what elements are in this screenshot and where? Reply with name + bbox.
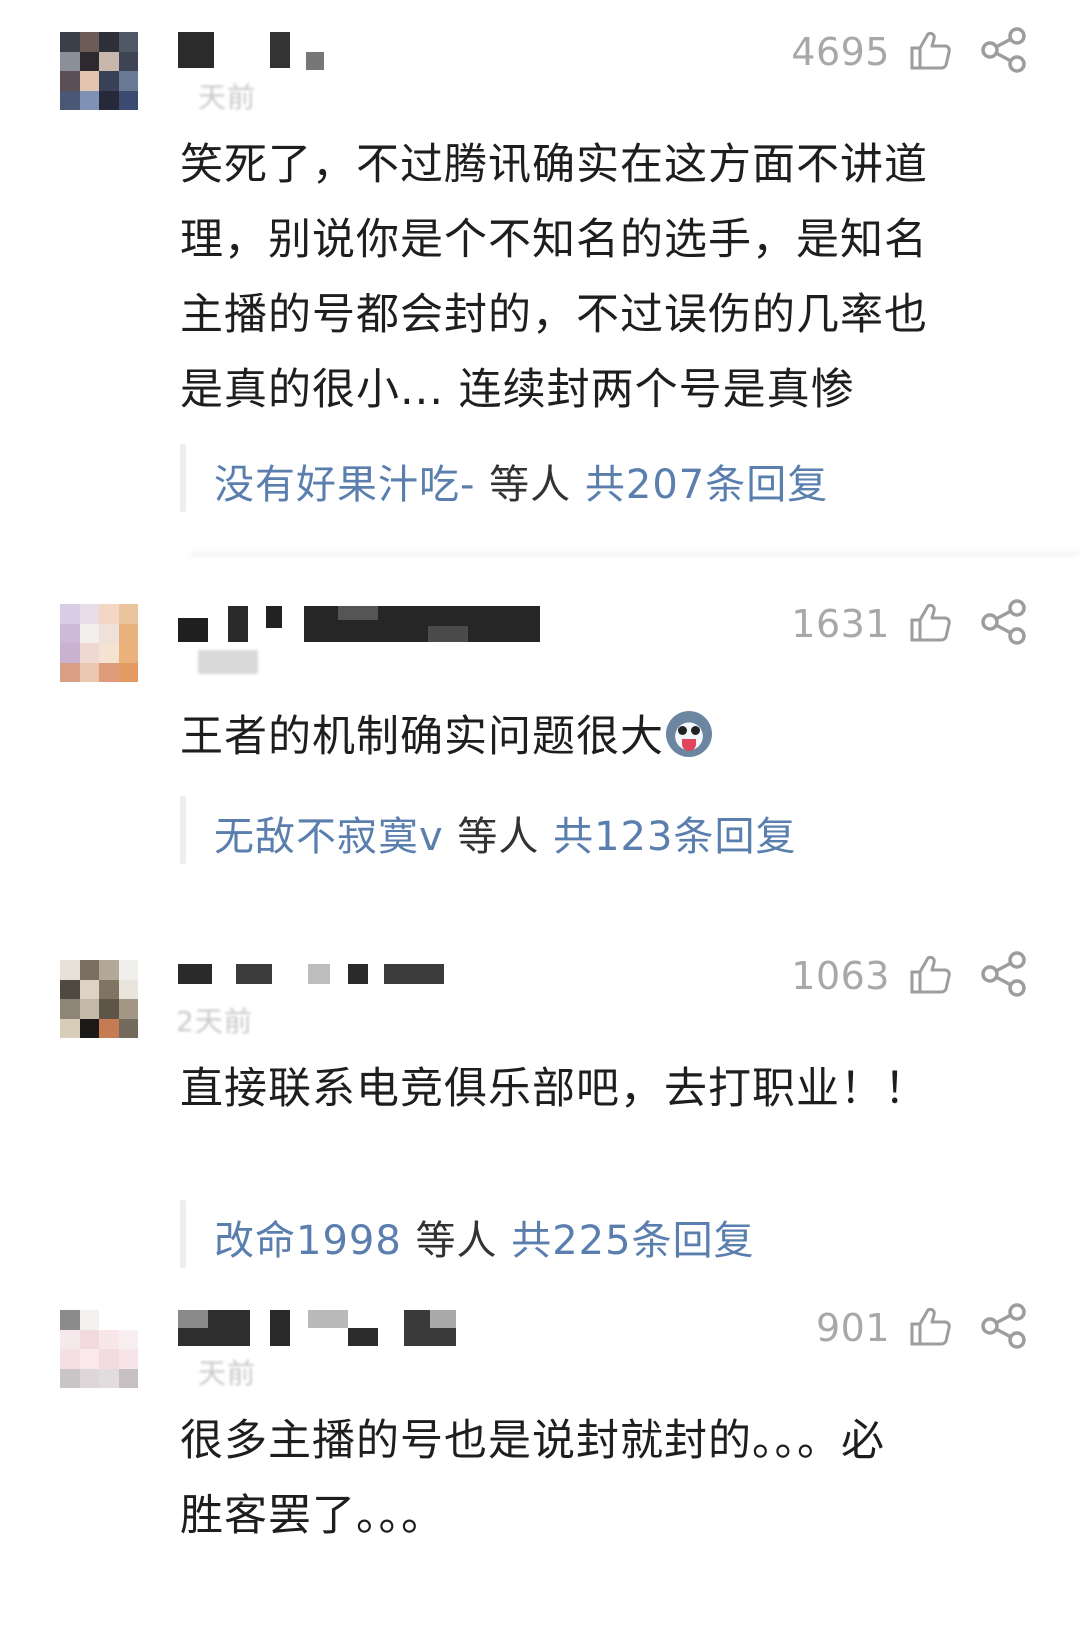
reply-divider [180, 444, 186, 512]
avatar[interactable] [60, 32, 138, 110]
thumbs-up-icon[interactable] [908, 1304, 952, 1348]
avatar[interactable] [60, 960, 138, 1038]
like-count: 901 [815, 1306, 890, 1350]
husky-emoji-icon [666, 711, 712, 757]
reply-user[interactable]: 改命1998 [214, 1218, 402, 1264]
reply-summary[interactable]: 改命1998 等人 共225条回复 [214, 1208, 755, 1266]
comment-text: 笑死了，不过腾讯确实在这方面不讲道 理，别说你是个不知名的选手，是知名 主播的号… [180, 128, 1000, 428]
reply-middle-text: 等人 [443, 814, 554, 860]
share-icon[interactable] [980, 1302, 1028, 1350]
comment-text: 很多主播的号也是说封就封的。。。必 胜客罢了。。。 [180, 1404, 1000, 1554]
reply-count-link[interactable]: 共225条回复 [511, 1218, 754, 1264]
comment-line: 笑死了，不过腾讯确实在这方面不讲道 [180, 140, 928, 190]
comment-line: 很多主播的号也是说封就封的。。。必 [180, 1416, 885, 1466]
username-redacted[interactable] [178, 1310, 478, 1352]
comment-line: 胜客罢了。。。 [180, 1491, 445, 1541]
username-redacted[interactable] [178, 606, 558, 648]
reply-divider [180, 796, 186, 864]
reply-user[interactable]: 无敌不寂寞v [214, 814, 444, 860]
timestamp-redacted [198, 650, 258, 674]
comment-line: 理，别说你是个不知名的选手，是知名 [180, 215, 928, 265]
share-icon[interactable] [980, 26, 1028, 74]
reply-summary[interactable]: 没有好果汁吃- 等人 共207条回复 [214, 452, 828, 510]
like-count: 1063 [791, 954, 890, 998]
comment-item: 天前 4695 笑死了，不过腾讯确实在这方面不讲道 理，别说你是个不知名的选手，… [0, 0, 1080, 560]
comment-line: 是真的很小... 连续封两个号是真惨 [180, 365, 855, 415]
reply-middle-text: 等人 [475, 462, 585, 508]
thumbs-up-icon[interactable] [908, 600, 952, 644]
share-icon[interactable] [980, 598, 1028, 646]
share-icon[interactable] [980, 950, 1028, 998]
avatar[interactable] [60, 604, 138, 682]
timestamp: 天前 [198, 81, 257, 114]
thumbs-up-icon[interactable] [908, 952, 952, 996]
username-redacted[interactable] [178, 32, 338, 74]
comment-line: 王者的机制确实问题很大 [180, 700, 1000, 775]
username-redacted[interactable] [178, 960, 458, 1002]
comment-line: 主播的号都会封的，不过误伤的几率也 [180, 290, 928, 340]
like-count: 1631 [791, 602, 890, 646]
comment-text: 直接联系电竞俱乐部吧，去打职业！！ [180, 1052, 1000, 1127]
like-count: 4695 [791, 30, 890, 74]
separator [190, 550, 1080, 558]
reply-summary[interactable]: 无敌不寂寞v 等人 共123条回复 [214, 804, 796, 862]
reply-divider [180, 1200, 186, 1268]
reply-middle-text: 等人 [401, 1218, 512, 1264]
avatar[interactable] [60, 1310, 138, 1388]
comment-line: 直接联系电竞俱乐部吧，去打职业！！ [180, 1064, 928, 1114]
reply-user[interactable]: 没有好果汁吃- [214, 462, 475, 508]
timestamp: 天前 [198, 1357, 257, 1390]
reply-count-link[interactable]: 共207条回复 [585, 462, 828, 508]
timestamp: 2天前 [176, 1005, 253, 1038]
thumbs-up-icon[interactable] [908, 28, 952, 72]
reply-count-link[interactable]: 共123条回复 [553, 814, 796, 860]
comment-text: 王者的机制确实问题很大 [180, 700, 1000, 775]
